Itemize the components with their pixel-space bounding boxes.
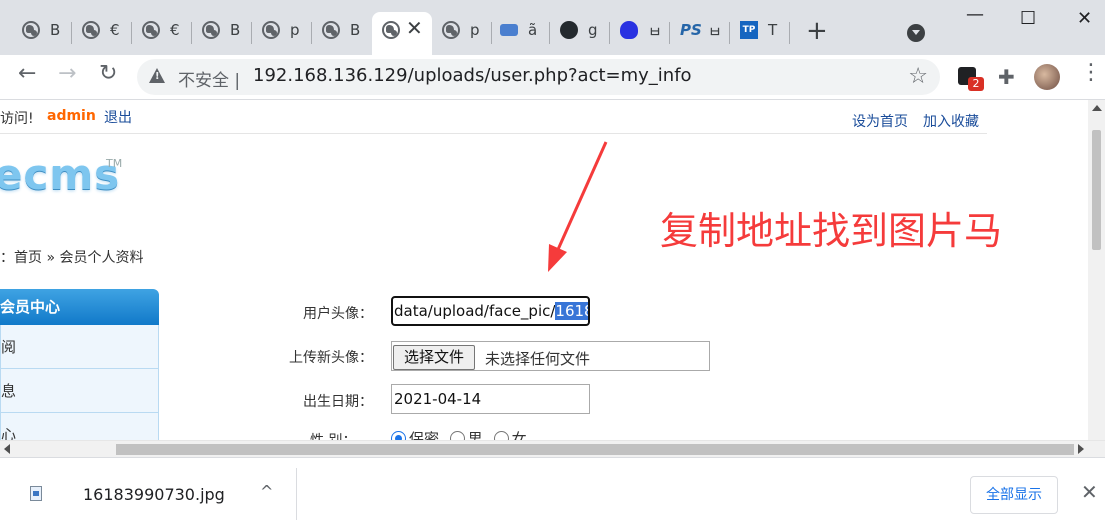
tab-title: g <box>588 21 598 39</box>
forward-button[interactable]: → <box>58 63 76 85</box>
annotation-arrow <box>548 141 608 272</box>
tab-search-icon[interactable] <box>907 24 925 42</box>
sidebar-item[interactable]: 息 <box>0 369 159 413</box>
tab-title: T <box>768 21 778 39</box>
image-file-icon <box>30 486 42 501</box>
birthday-label: 出生日期： <box>303 394 373 410</box>
minimize-button[interactable]: — <box>966 6 984 24</box>
tab-title: B <box>50 21 61 39</box>
horizontal-scrollbar[interactable] <box>0 440 1105 457</box>
tab-strip: B € € B p B ✕ p ã g ㅂ PS ㅂ TP T + — ☐ ✕ <box>0 0 1105 56</box>
gender-radio-secret[interactable] <box>391 431 406 440</box>
back-button[interactable]: ← <box>18 63 36 85</box>
sidebar-header: 会员中心 <box>0 289 159 325</box>
welcome-text: 访问! <box>0 111 34 127</box>
gender-option-label: 女 <box>511 430 527 440</box>
address-bar[interactable]: 不安全 | 192.168.136.129/uploads/user.php?a… <box>137 59 940 95</box>
gender-option-label: 保密 <box>409 430 440 440</box>
scroll-right-arrow[interactable] <box>1078 444 1084 454</box>
tab[interactable]: B <box>300 12 372 56</box>
globe-icon <box>22 21 40 39</box>
birthday-input[interactable]: 2021-04-14 <box>391 384 590 414</box>
globe-icon <box>382 21 400 39</box>
member-sidebar: 会员中心 阅 息 心 <box>0 289 159 440</box>
close-window-button[interactable]: ✕ <box>1077 10 1092 28</box>
security-label[interactable]: 不安全 | <box>178 66 240 91</box>
avatar-path-selection: 1618 <box>555 302 588 320</box>
url-text[interactable]: 192.168.136.129/uploads/user.php?act=my_… <box>253 65 692 86</box>
tab-title: B <box>230 21 241 39</box>
globe-icon <box>202 21 220 39</box>
gender-label: 性 别： <box>310 430 356 440</box>
globe-icon <box>142 21 160 39</box>
divider <box>296 468 297 520</box>
logout-link[interactable]: 退出 <box>104 107 132 127</box>
profile-avatar[interactable] <box>1034 64 1060 90</box>
browser-toolbar: ← → ↻ 不安全 | 192.168.136.129/uploads/user… <box>0 55 1105 100</box>
horizontal-scroll-thumb[interactable] <box>116 444 1074 455</box>
extension-badge: 2 <box>968 77 984 91</box>
gender-radio-male[interactable] <box>449 431 465 440</box>
tp-icon: TP <box>740 21 758 39</box>
globe-icon <box>82 21 100 39</box>
show-all-button[interactable]: 全部显示 <box>970 476 1058 514</box>
bookmark-star-icon[interactable]: ☆ <box>908 64 928 89</box>
scroll-up-arrow[interactable] <box>1092 105 1102 111</box>
globe-icon <box>322 21 340 39</box>
tab-separator <box>789 22 790 44</box>
mortarboard-icon <box>500 24 518 36</box>
site-topbar: 访问! admin 退出 设为首页 加入收藏 <box>0 100 987 134</box>
globe-icon <box>442 21 460 39</box>
site-logo[interactable]: ecms <box>0 150 120 199</box>
new-tab-button[interactable]: + <box>806 18 828 44</box>
tab[interactable]: TP T <box>718 12 790 56</box>
chevron-up-icon[interactable]: ^ <box>260 482 273 501</box>
sidebar-item[interactable]: 心 <box>0 413 159 440</box>
baidu-paw-icon <box>620 21 638 39</box>
tab-title: p <box>290 21 300 39</box>
tab-title: ã <box>528 21 538 39</box>
gender-radio-group: 保密 男 女 <box>391 428 527 440</box>
tab-title: € <box>170 21 180 39</box>
trademark: TM <box>106 157 123 170</box>
vertical-scrollbar[interactable] <box>1088 100 1105 440</box>
choose-file-button[interactable]: 选择文件 <box>393 345 476 370</box>
ps-icon: PS <box>680 21 702 39</box>
download-bar: 16183990730.jpg ^ 全部显示 ✕ <box>0 457 1105 529</box>
avatar-path-text: data/upload/face_pic/ <box>394 302 556 320</box>
page-viewport: 访问! admin 退出 设为首页 加入收藏 ecms TM ：首页 » 会员个… <box>0 100 1088 440</box>
avatar-label: 用户头像： <box>303 306 373 322</box>
tab-title: B <box>350 21 361 39</box>
upload-label: 上传新头像： <box>289 350 373 366</box>
gender-radio-female[interactable] <box>493 431 509 440</box>
github-icon <box>560 21 578 39</box>
vertical-scroll-thumb[interactable] <box>1092 130 1101 250</box>
avatar-path-field[interactable]: data/upload/face_pic/1618 <box>391 296 590 326</box>
extension-icon[interactable]: 2 <box>958 67 984 91</box>
file-input[interactable]: 选择文件 未选择任何文件 <box>391 341 710 371</box>
close-download-bar-button[interactable]: ✕ <box>1081 482 1098 502</box>
no-file-text: 未选择任何文件 <box>485 350 591 368</box>
browser-menu-icon[interactable]: ⋮ <box>1080 62 1102 84</box>
maximize-button[interactable]: ☐ <box>1020 10 1036 28</box>
add-favorite-link[interactable]: 加入收藏 <box>923 111 979 131</box>
set-homepage-link[interactable]: 设为首页 <box>852 111 908 131</box>
download-filename[interactable]: 16183990730.jpg <box>83 485 225 504</box>
reload-button[interactable]: ↻ <box>99 63 117 85</box>
gender-option-label: 男 <box>467 430 483 440</box>
sidebar-item[interactable]: 阅 <box>0 325 159 369</box>
scroll-left-arrow[interactable] <box>4 444 10 454</box>
globe-icon <box>262 21 280 39</box>
tab-title: € <box>110 21 120 39</box>
warning-icon[interactable] <box>149 68 165 83</box>
annotation-text: 复制地址找到图片马 <box>660 209 1003 253</box>
breadcrumb: ：首页 » 会员个人资料 <box>0 250 144 266</box>
username-link[interactable]: admin <box>47 108 96 124</box>
extensions-puzzle-icon[interactable]: ✚ <box>998 65 1015 89</box>
